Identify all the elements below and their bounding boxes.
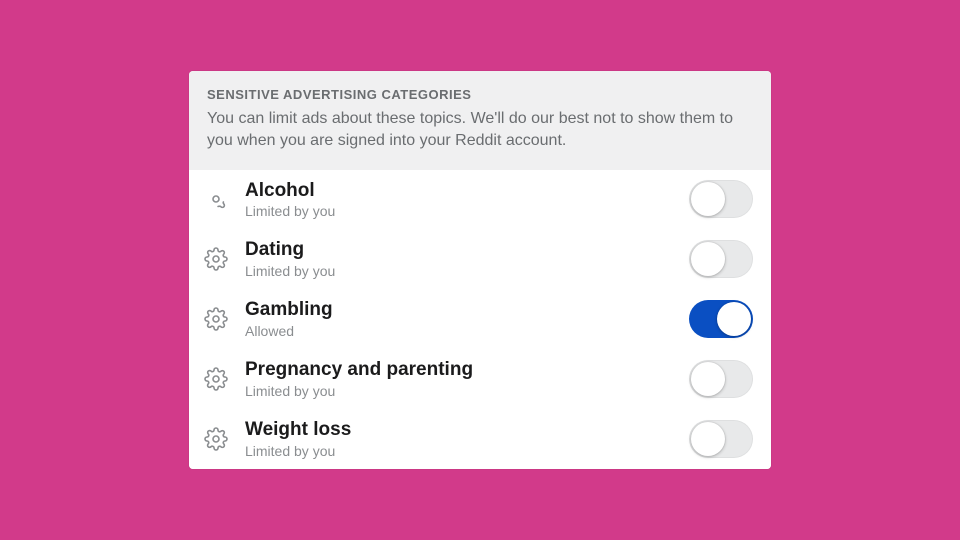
category-text: Pregnancy and parenting Limited by you: [245, 359, 675, 399]
panel-description: You can limit ads about these topics. We…: [207, 108, 753, 151]
category-name: Pregnancy and parenting: [245, 359, 675, 382]
category-name: Gambling: [245, 299, 675, 322]
sensitive-ads-panel: SENSITIVE ADVERTISING CATEGORIES You can…: [189, 71, 771, 468]
category-name: Weight loss: [245, 419, 675, 442]
category-status: Allowed: [245, 323, 675, 339]
category-text: Dating Limited by you: [245, 239, 675, 279]
gear-icon[interactable]: [201, 307, 231, 331]
toggle-pregnancy[interactable]: [689, 360, 753, 398]
gear-icon[interactable]: [201, 187, 231, 211]
toggle-dating[interactable]: [689, 240, 753, 278]
category-status: Limited by you: [245, 203, 675, 219]
category-name: Dating: [245, 239, 675, 262]
gear-icon[interactable]: [201, 247, 231, 271]
category-row-weightloss: Weight loss Limited by you: [189, 409, 771, 469]
gear-icon[interactable]: [201, 367, 231, 391]
category-row-pregnancy: Pregnancy and parenting Limited by you: [189, 349, 771, 409]
category-status: Limited by you: [245, 383, 675, 399]
toggle-weightloss[interactable]: [689, 420, 753, 458]
category-list: Alcohol Limited by you Dating Limited by…: [189, 170, 771, 469]
category-name: Alcohol: [245, 180, 675, 203]
category-text: Alcohol Limited by you: [245, 180, 675, 220]
category-text: Gambling Allowed: [245, 299, 675, 339]
gear-icon[interactable]: [201, 427, 231, 451]
category-status: Limited by you: [245, 443, 675, 459]
toggle-gambling[interactable]: [689, 300, 753, 338]
category-row-alcohol: Alcohol Limited by you: [189, 170, 771, 230]
category-row-gambling: Gambling Allowed: [189, 289, 771, 349]
panel-title: SENSITIVE ADVERTISING CATEGORIES: [207, 87, 753, 102]
toggle-alcohol[interactable]: [689, 180, 753, 218]
category-text: Weight loss Limited by you: [245, 419, 675, 459]
category-status: Limited by you: [245, 263, 675, 279]
panel-header: SENSITIVE ADVERTISING CATEGORIES You can…: [189, 71, 771, 169]
category-row-dating: Dating Limited by you: [189, 229, 771, 289]
